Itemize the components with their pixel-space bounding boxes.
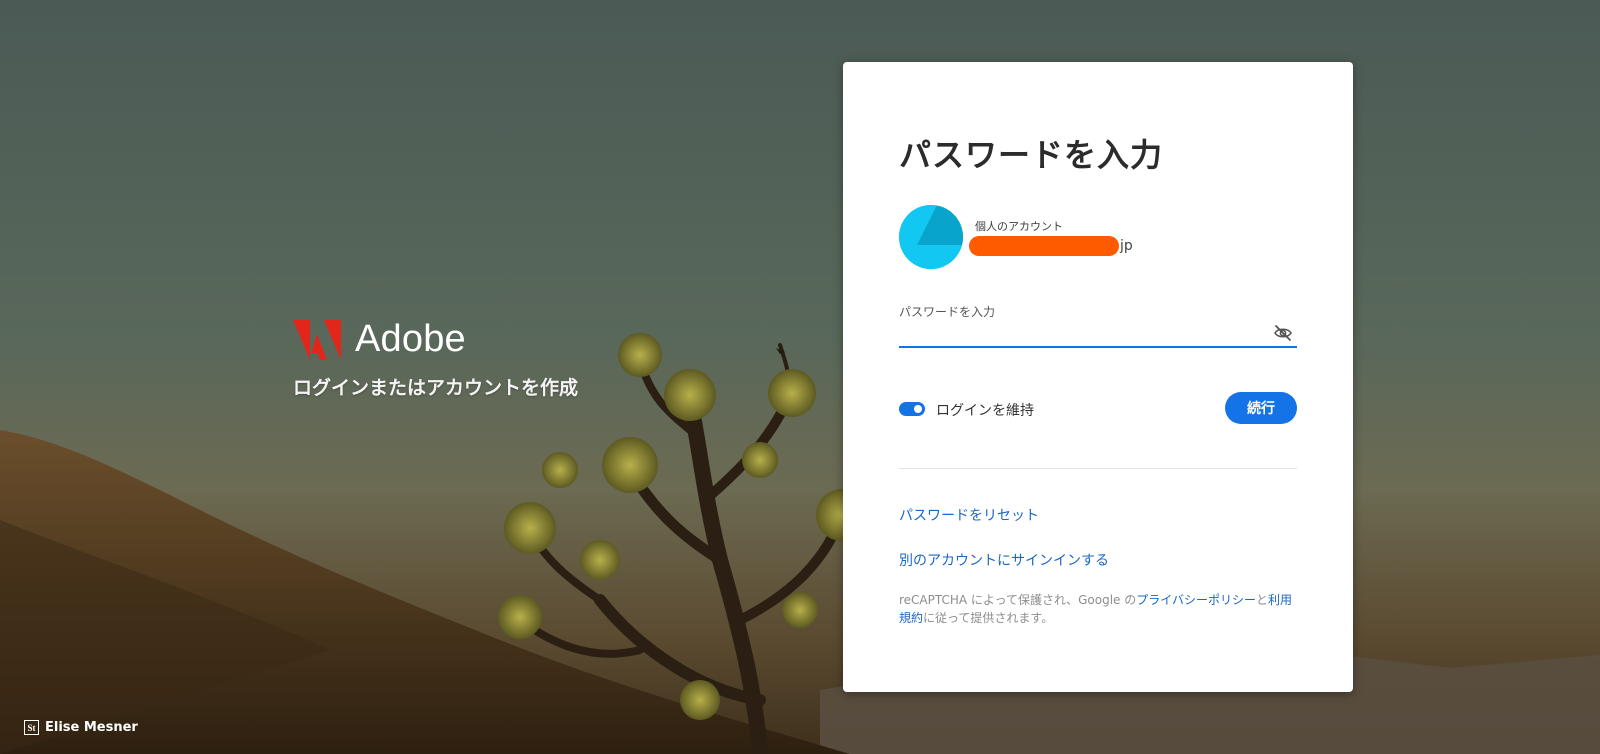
- password-input[interactable]: [899, 318, 1297, 348]
- other-account-link[interactable]: 別のアカウントにサインインする: [899, 550, 1109, 570]
- keep-signed-in-row: ログインを維持 続行: [899, 392, 1297, 426]
- background-photo: [0, 0, 1600, 754]
- desert-landscape: [0, 333, 1600, 754]
- account-type-label: 個人のアカウント: [975, 220, 1063, 233]
- avatar-icon: [899, 205, 963, 269]
- recaptcha-suffix: に従って提供されます。: [923, 611, 1054, 625]
- keep-signed-in-label: ログインを維持: [936, 403, 1034, 419]
- reset-password-link[interactable]: パスワードをリセット: [899, 505, 1039, 525]
- sign-in-card: パスワードを入力 個人のアカウント jp パスワードを入力 ログインを維持 続行…: [843, 62, 1353, 692]
- account-email: jp: [969, 236, 1133, 256]
- avatar: [899, 205, 963, 269]
- keep-signed-in-toggle[interactable]: [899, 402, 925, 416]
- eye-off-icon[interactable]: [1273, 324, 1293, 342]
- privacy-policy-link[interactable]: プライバシーポリシー: [1136, 593, 1256, 607]
- brand-name: Adobe: [355, 318, 466, 360]
- page-title: パスワードを入力: [899, 136, 1164, 174]
- brand-tagline: ログインまたはアカウントを作成: [293, 377, 579, 399]
- email-redaction: [969, 236, 1119, 256]
- email-suffix: jp: [1120, 238, 1133, 254]
- recaptcha-and: と: [1256, 593, 1269, 607]
- account-info: 個人のアカウント jp: [899, 205, 1133, 269]
- recaptcha-notice: reCAPTCHA によって保護され、Google のプライバシーポリシーと利用…: [899, 591, 1297, 627]
- photographer-name: Elise Mesner: [45, 720, 138, 735]
- recaptcha-prefix: reCAPTCHA によって保護され、Google の: [899, 593, 1137, 607]
- brand-block: Adobe ログインまたはアカウントを作成: [293, 318, 578, 400]
- stock-icon: St: [24, 720, 39, 735]
- continue-button[interactable]: 続行: [1225, 392, 1297, 424]
- adobe-logo-icon: [293, 319, 341, 360]
- divider: [899, 468, 1297, 469]
- photo-credit[interactable]: St Elise Mesner: [24, 720, 138, 735]
